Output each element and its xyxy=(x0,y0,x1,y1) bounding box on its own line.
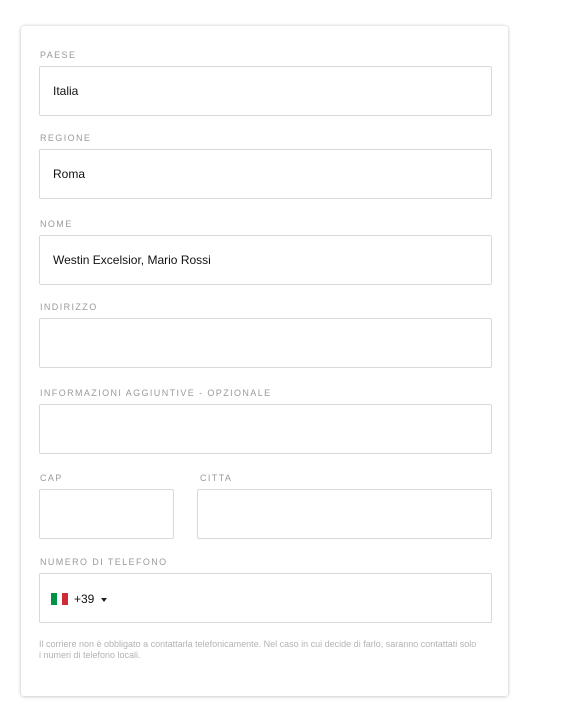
zip-label: CAP xyxy=(40,473,63,483)
name-field[interactable] xyxy=(39,235,492,285)
region-field[interactable] xyxy=(39,149,492,199)
address-form-card: PAESE REGIONE NOME INDIRIZZO INFORMAZION… xyxy=(21,26,508,696)
phone-number-input[interactable] xyxy=(125,575,489,623)
address-label: INDIRIZZO xyxy=(40,302,98,312)
chevron-down-icon xyxy=(101,597,108,602)
region-label: REGIONE xyxy=(40,133,92,143)
italy-flag-icon xyxy=(51,593,69,605)
address-field[interactable] xyxy=(39,318,492,368)
country-label: PAESE xyxy=(40,50,77,60)
city-field[interactable] xyxy=(197,489,492,539)
additional-info-label: INFORMAZIONI AGGIUNTIVE - OPZIONALE xyxy=(40,388,272,398)
country-field[interactable] xyxy=(39,66,492,116)
country-code: +39 xyxy=(74,592,95,606)
phone-label: NUMERO DI TELEFONO xyxy=(40,557,168,567)
phone-note: Il corriere non è obbligato a contattarl… xyxy=(39,639,477,660)
country-code-selector[interactable]: +39 xyxy=(51,591,108,607)
zip-field[interactable] xyxy=(39,489,174,539)
phone-field: +39 xyxy=(39,573,492,623)
additional-info-field[interactable] xyxy=(39,404,492,454)
city-label: CITTA xyxy=(200,473,233,483)
name-label: NOME xyxy=(40,219,73,229)
